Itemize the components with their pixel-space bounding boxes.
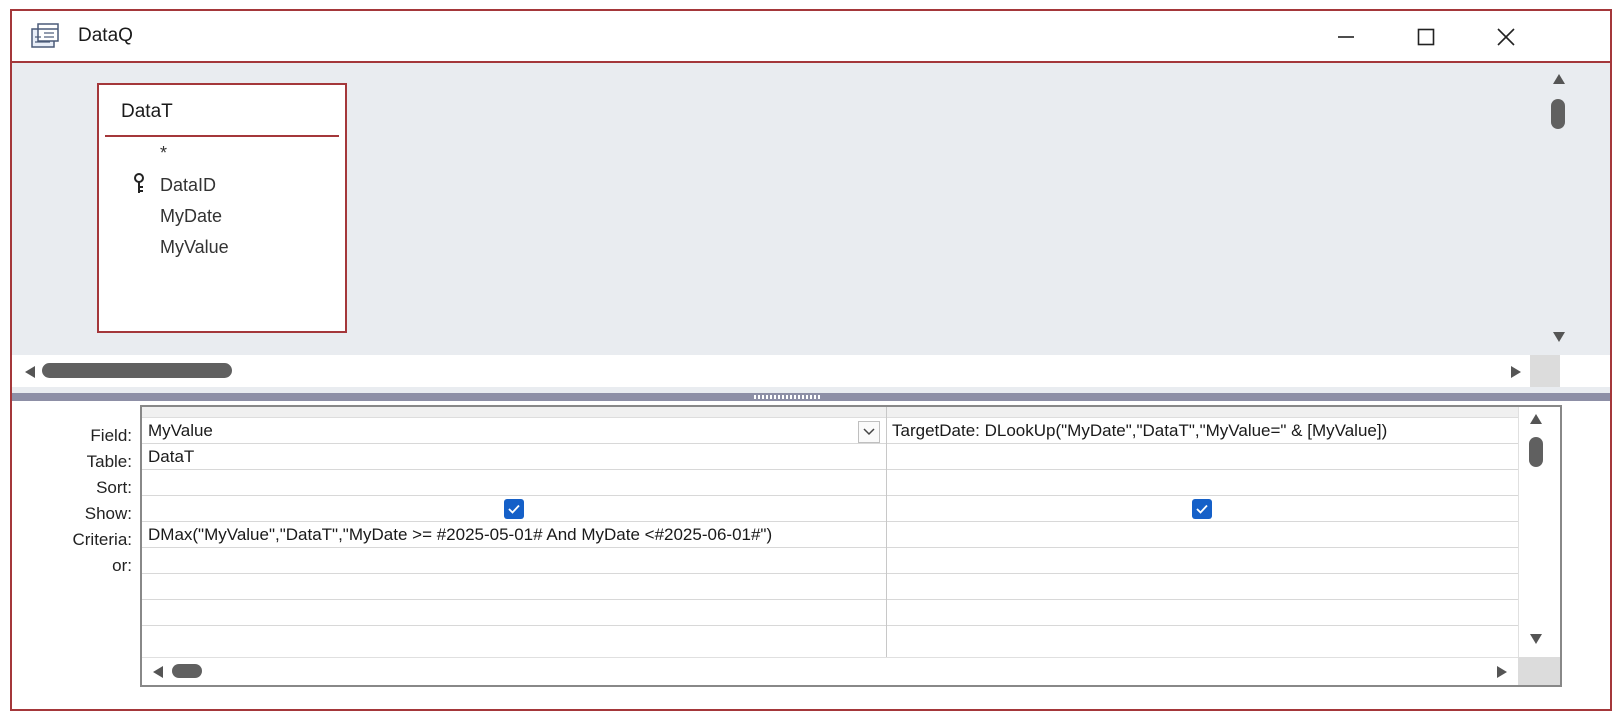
column2-show-checkbox[interactable] xyxy=(1192,499,1212,519)
scroll-right-icon[interactable] xyxy=(1510,365,1522,379)
query-design-grid: MyValue DataT DMax("MyValue","DataT","My… xyxy=(140,405,1562,687)
checkmark-icon xyxy=(1196,504,1208,514)
scroll-right-icon[interactable] xyxy=(1496,665,1508,679)
query-icon xyxy=(31,23,59,48)
row-label-sort: Sort: xyxy=(96,478,132,497)
maximize-icon xyxy=(1417,28,1435,46)
grid-row-divider xyxy=(142,469,1518,470)
horizontal-scroll-thumb[interactable] xyxy=(42,363,232,378)
field-item-myvalue[interactable]: MyValue xyxy=(160,237,229,258)
key-icon xyxy=(134,173,144,193)
grid-horizontal-scroll-thumb[interactable] xyxy=(172,664,202,678)
window-title: DataQ xyxy=(78,25,133,46)
pane-splitter[interactable] xyxy=(12,393,1610,401)
row-label-or: or: xyxy=(112,556,132,575)
scroll-up-icon[interactable] xyxy=(1529,413,1543,425)
splitter-grip[interactable] xyxy=(754,395,820,399)
grid-row-divider xyxy=(142,625,1518,626)
checkmark-icon xyxy=(508,504,520,514)
query-design-window: DataQ DataT * DataID MyDate MyValue Fiel… xyxy=(10,9,1612,711)
grid-vertical-scrollbar[interactable] xyxy=(1518,407,1560,657)
scroll-up-icon[interactable] xyxy=(1552,73,1566,85)
scrollbar-corner xyxy=(1530,355,1560,387)
grid-column-divider[interactable] xyxy=(886,407,887,657)
table-field-list[interactable]: DataT * DataID MyDate MyValue xyxy=(97,83,347,333)
field-item-mydate[interactable]: MyDate xyxy=(160,206,222,227)
grid-row-divider xyxy=(142,573,1518,574)
grid-row-divider xyxy=(142,495,1518,496)
scroll-left-icon[interactable] xyxy=(24,365,36,379)
column1-field-cell[interactable]: MyValue xyxy=(148,421,213,441)
column1-criteria-cell[interactable]: DMax("MyValue","DataT","MyDate >= #2025-… xyxy=(148,525,772,545)
maximize-button[interactable] xyxy=(1404,21,1448,53)
column1-show-checkbox[interactable] xyxy=(504,499,524,519)
row-label-show: Show: xyxy=(84,504,132,523)
close-button[interactable] xyxy=(1484,21,1528,53)
field-item-dataid[interactable]: DataID xyxy=(160,175,216,196)
close-icon xyxy=(1497,28,1515,46)
table-pane: DataT * DataID MyDate MyValue xyxy=(12,63,1610,393)
grid-row-divider xyxy=(142,521,1518,522)
column2-field-cell[interactable]: TargetDate: DLookUp("MyDate","DataT","My… xyxy=(892,421,1387,441)
column1-table-cell[interactable]: DataT xyxy=(148,447,194,467)
table-name[interactable]: DataT xyxy=(121,101,173,123)
grid-horizontal-scrollbar[interactable] xyxy=(142,657,1518,685)
grid-row-divider xyxy=(142,599,1518,600)
minimize-button[interactable] xyxy=(1324,21,1368,53)
row-label-table: Table: xyxy=(86,452,132,471)
title-bar: DataQ xyxy=(12,11,1610,63)
horizontal-scrollbar[interactable] xyxy=(12,355,1610,387)
grid-vertical-scroll-thumb[interactable] xyxy=(1529,437,1543,467)
field-dropdown-button[interactable] xyxy=(858,421,880,443)
grid-scrollbar-corner xyxy=(1518,657,1560,685)
scroll-down-icon[interactable] xyxy=(1529,633,1543,645)
scroll-down-icon[interactable] xyxy=(1552,331,1566,343)
column-selector-bar[interactable] xyxy=(142,407,1518,418)
design-grid-pane: Field: Table: Sort: Show: Criteria: or: … xyxy=(12,401,1610,709)
vertical-scroll-thumb[interactable] xyxy=(1551,99,1565,129)
chevron-down-icon xyxy=(863,428,875,436)
row-label-criteria: Criteria: xyxy=(72,530,132,549)
grid-row-divider xyxy=(142,443,1518,444)
table-header-divider xyxy=(105,135,339,137)
field-item-all[interactable]: * xyxy=(160,143,167,164)
scroll-left-icon[interactable] xyxy=(152,665,164,679)
row-label-field: Field: xyxy=(90,426,132,445)
minimize-icon xyxy=(1338,36,1354,38)
grid-row-divider xyxy=(142,547,1518,548)
